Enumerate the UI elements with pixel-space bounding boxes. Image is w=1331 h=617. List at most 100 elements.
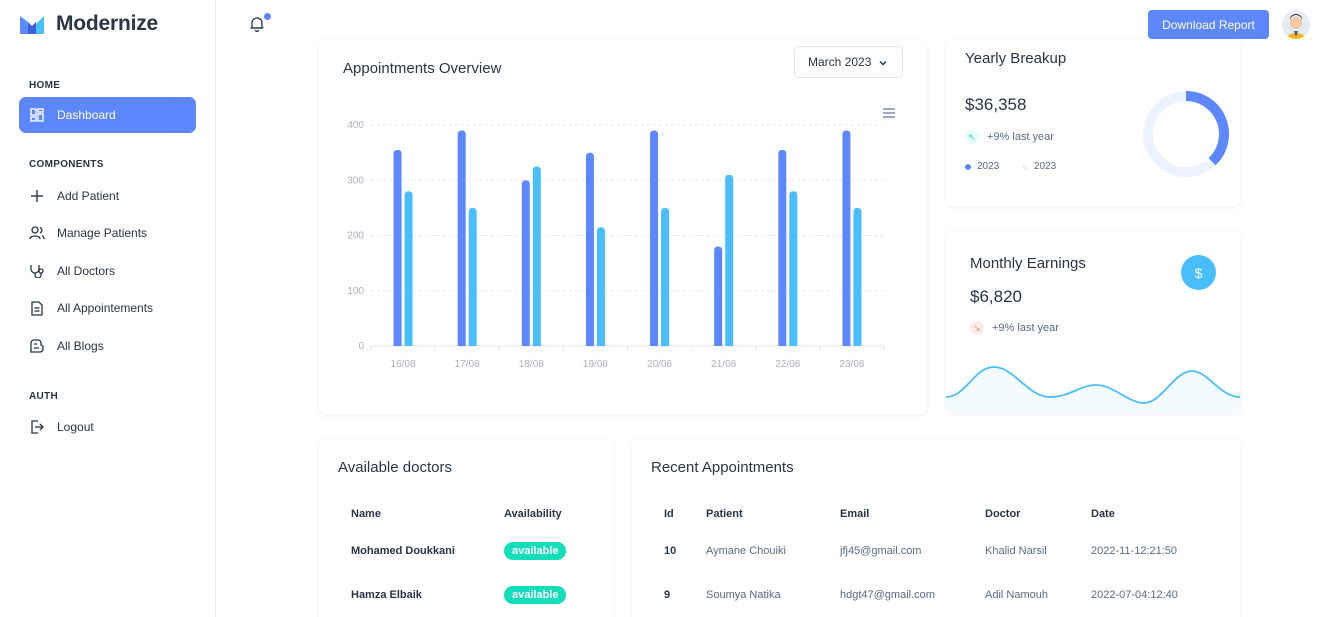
notification-dot <box>264 13 271 20</box>
chart-bar <box>789 191 798 346</box>
monthly-title: Monthly Earnings <box>970 255 1086 272</box>
column-header-email: Email <box>840 508 870 520</box>
table-row[interactable]: Hamza Elbaik available <box>351 573 591 617</box>
appointments-bar-chart: 0 100 200 300 400 16/08 17/08 18/08 19/08 20/08 21… <box>347 108 895 370</box>
chart-bar <box>457 130 466 346</box>
column-header-id: Id <box>664 508 674 520</box>
column-header-date: Date <box>1091 508 1115 520</box>
chart-bar <box>532 166 541 346</box>
sidebar-item-manage-patients[interactable]: Manage Patients <box>19 215 196 251</box>
nav-section-home: HOME <box>29 80 61 91</box>
appointment-email: hdgt47@gmail.com <box>840 589 935 601</box>
table-row[interactable]: 9 Soumya Natika hdgt47@gmail.com Adil Na… <box>664 573 1224 617</box>
appointment-patient: Aymane Chouiki <box>706 545 786 557</box>
doctor-name: Mohamed Doukkani <box>351 545 455 557</box>
x-tick-label: 23/08 <box>839 359 864 370</box>
sidebar: Modernize HOME Dashboard COMPONENTS Add … <box>0 0 216 617</box>
nav-section-components: COMPONENTS <box>29 159 104 170</box>
yearly-legend-1: 2023 <box>965 161 999 172</box>
y-tick-label: 400 <box>347 120 364 131</box>
appointment-doctor: Adil Namouh <box>985 589 1048 601</box>
appointment-date: 2022-11-12:21:50 <box>1091 545 1178 557</box>
column-header-name: Name <box>351 508 381 520</box>
monthly-earnings-card: Monthly Earnings $ $6,820 ↘ +9% last yea… <box>946 231 1240 413</box>
chart-bar <box>650 130 659 346</box>
dashboard-icon <box>29 107 45 123</box>
x-tick-label: 21/08 <box>711 359 736 370</box>
chart-menu-icon[interactable] <box>883 108 895 118</box>
legend-label: 2023 <box>1034 161 1057 172</box>
chart-bar <box>468 207 477 346</box>
sidebar-item-label: All Doctors <box>57 264 116 278</box>
sidebar-item-label: All Blogs <box>57 339 104 353</box>
chart-bar <box>596 227 605 346</box>
status-badge: available <box>504 542 567 560</box>
legend-dot-primary <box>965 163 971 170</box>
legend-label: 2023 <box>977 161 1000 172</box>
sidebar-item-all-appointements[interactable]: All Appointements <box>19 290 196 326</box>
available-doctors-card: Available doctors Name Availability Moha… <box>319 439 613 617</box>
sidebar-item-dashboard[interactable]: Dashboard <box>19 97 196 133</box>
yearly-donut-chart <box>1143 91 1229 177</box>
plus-icon <box>29 188 45 204</box>
yearly-legend-2: 2023 <box>1022 161 1056 172</box>
yearly-amount: $36,358 <box>965 95 1027 114</box>
arrow-up-left-icon: ↖ <box>965 130 979 144</box>
chart-bar <box>714 246 723 346</box>
sidebar-item-all-doctors[interactable]: All Doctors <box>19 253 196 289</box>
y-tick-label: 300 <box>347 175 364 186</box>
chart-bar <box>853 207 862 346</box>
doctors-title: Available doctors <box>338 459 452 476</box>
column-header-patient: Patient <box>706 508 743 520</box>
x-tick-label: 17/08 <box>455 359 480 370</box>
chart-bar <box>521 180 530 346</box>
users-icon <box>29 225 45 241</box>
y-tick-label: 0 <box>358 341 364 352</box>
status-badge: available <box>504 586 567 604</box>
sidebar-item-label: Logout <box>57 420 94 434</box>
sidebar-item-label: Manage Patients <box>57 226 148 240</box>
monthly-sparkline <box>946 366 1240 413</box>
legend-dot-light <box>1022 163 1028 170</box>
sidebar-item-add-patient[interactable]: Add Patient <box>19 178 196 214</box>
yearly-trend: ↖ +9% last year <box>965 130 1054 144</box>
x-tick-label: 16/08 <box>391 359 416 370</box>
x-tick-label: 20/08 <box>647 359 672 370</box>
chart-bar <box>661 207 670 346</box>
sidebar-item-all-blogs[interactable]: All Blogs <box>19 328 196 364</box>
logout-icon <box>29 419 45 435</box>
recent-appointments-table: Id Patient Email Doctor Date 10 Aymane C… <box>664 499 1224 617</box>
availability-cell: available <box>504 573 591 617</box>
doctor-name: Hamza Elbaik <box>351 589 422 601</box>
modernize-logo-icon <box>20 16 44 34</box>
appointment-patient: Soumya Natika <box>706 589 781 601</box>
monthly-amount: $6,820 <box>970 287 1022 306</box>
x-tick-label: 18/08 <box>519 359 544 370</box>
yearly-title: Yearly Breakup <box>965 50 1067 67</box>
chart-bar <box>778 149 787 346</box>
brand-logo[interactable]: Modernize <box>18 12 158 36</box>
y-tick-label: 100 <box>347 286 364 297</box>
table-row[interactable]: 10 Aymane Chouiki jfj45@gmail.com Khalid… <box>664 529 1224 573</box>
monthly-trend: ↘ +9% last year <box>970 321 1059 335</box>
recent-appointments-card: Recent Appointments Id Patient Email Doc… <box>632 439 1240 617</box>
yearly-trend-text: +9% last year <box>987 131 1054 143</box>
doctors-table: Name Availability Mohamed Doukkani avail… <box>351 499 591 617</box>
sidebar-item-label: Add Patient <box>57 189 120 203</box>
appointment-id: 9 <box>664 589 671 601</box>
table-header-row: Name Availability <box>351 499 591 529</box>
donut-segment <box>1185 91 1229 166</box>
sidebar-item-logout[interactable]: Logout <box>19 409 196 445</box>
table-row[interactable]: Mohamed Doukkani available <box>351 529 591 573</box>
nav-section-auth: AUTH <box>29 391 58 402</box>
appointment-id: 10 <box>664 545 677 557</box>
availability-cell: available <box>504 529 591 573</box>
sidebar-item-label: All Appointements <box>57 301 154 315</box>
avatar[interactable] <box>1282 11 1310 39</box>
appointments-overview-card: Appointments Overview March 2023 0 100 200… <box>319 40 927 414</box>
yearly-breakup-card: Yearly Breakup $36,358 ↖ +9% last year 2… <box>946 40 1240 206</box>
x-tick-label: 19/08 <box>583 359 608 370</box>
chart-bar <box>585 152 594 346</box>
download-report-button[interactable]: Download Report <box>1148 10 1269 39</box>
brand-name: Modernize <box>56 12 159 35</box>
